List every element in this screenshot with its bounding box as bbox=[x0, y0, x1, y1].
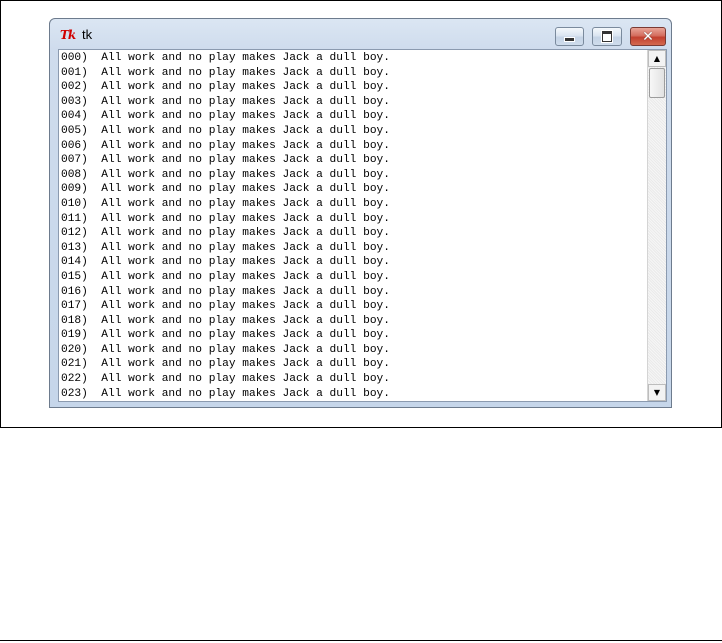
text-widget[interactable]: 000) All work and no play makes Jack a d… bbox=[58, 49, 667, 402]
text-line: 022) All work and no play makes Jack a d… bbox=[61, 373, 390, 386]
text-line: 017) All work and no play makes Jack a d… bbox=[61, 300, 390, 313]
text-line: 003) All work and no play makes Jack a d… bbox=[61, 95, 390, 108]
text-line: 010) All work and no play makes Jack a d… bbox=[61, 197, 390, 210]
arrow-up-icon: ▲ bbox=[653, 54, 661, 63]
text-line: 005) All work and no play makes Jack a d… bbox=[61, 124, 390, 137]
text-line: 009) All work and no play makes Jack a d… bbox=[61, 183, 390, 196]
vertical-scrollbar[interactable]: ▲ ▼ bbox=[647, 50, 666, 401]
scroll-up-button[interactable]: ▲ bbox=[648, 50, 666, 67]
text-line: 021) All work and no play makes Jack a d… bbox=[61, 358, 390, 371]
text-line: 000) All work and no play makes Jack a d… bbox=[61, 52, 390, 64]
text-line: 001) All work and no play makes Jack a d… bbox=[61, 66, 390, 79]
title-bar[interactable]: Tk tk ✕ bbox=[50, 19, 671, 49]
text-line: 011) All work and no play makes Jack a d… bbox=[61, 212, 390, 225]
text-line: 019) All work and no play makes Jack a d… bbox=[61, 329, 390, 342]
scroll-thumb[interactable] bbox=[649, 68, 665, 98]
bottom-rule bbox=[0, 640, 722, 641]
text-line: 002) All work and no play makes Jack a d… bbox=[61, 81, 390, 94]
arrow-down-icon: ▼ bbox=[653, 388, 661, 397]
minimize-button[interactable] bbox=[555, 27, 584, 46]
text-line: 006) All work and no play makes Jack a d… bbox=[61, 139, 390, 152]
maximize-icon bbox=[602, 31, 612, 42]
text-line: 020) All work and no play makes Jack a d… bbox=[61, 343, 390, 356]
close-icon: ✕ bbox=[642, 28, 654, 45]
tk-feather-icon: Tk bbox=[60, 28, 76, 42]
tk-window: Tk tk ✕ 000) All work and no play makes … bbox=[49, 18, 672, 408]
maximize-button[interactable] bbox=[592, 27, 622, 46]
text-line: 008) All work and no play makes Jack a d… bbox=[61, 168, 390, 181]
text-line: 023) All work and no play makes Jack a d… bbox=[61, 387, 390, 400]
window-title: tk bbox=[82, 27, 93, 42]
scroll-track[interactable] bbox=[648, 67, 666, 384]
text-line: 007) All work and no play makes Jack a d… bbox=[61, 154, 390, 167]
page: Tk tk ✕ 000) All work and no play makes … bbox=[0, 0, 722, 643]
text-line: 016) All work and no play makes Jack a d… bbox=[61, 285, 390, 298]
scroll-down-button[interactable]: ▼ bbox=[648, 384, 666, 401]
figure-frame: Tk tk ✕ 000) All work and no play makes … bbox=[0, 0, 722, 428]
minimize-icon bbox=[564, 37, 575, 42]
text-line: 013) All work and no play makes Jack a d… bbox=[61, 241, 390, 254]
text-line: 004) All work and no play makes Jack a d… bbox=[61, 110, 390, 123]
close-button[interactable]: ✕ bbox=[630, 27, 666, 46]
text-content[interactable]: 000) All work and no play makes Jack a d… bbox=[61, 51, 648, 401]
text-line: 012) All work and no play makes Jack a d… bbox=[61, 227, 390, 240]
text-line: 015) All work and no play makes Jack a d… bbox=[61, 270, 390, 283]
text-line: 018) All work and no play makes Jack a d… bbox=[61, 314, 390, 327]
text-line: 014) All work and no play makes Jack a d… bbox=[61, 256, 390, 269]
